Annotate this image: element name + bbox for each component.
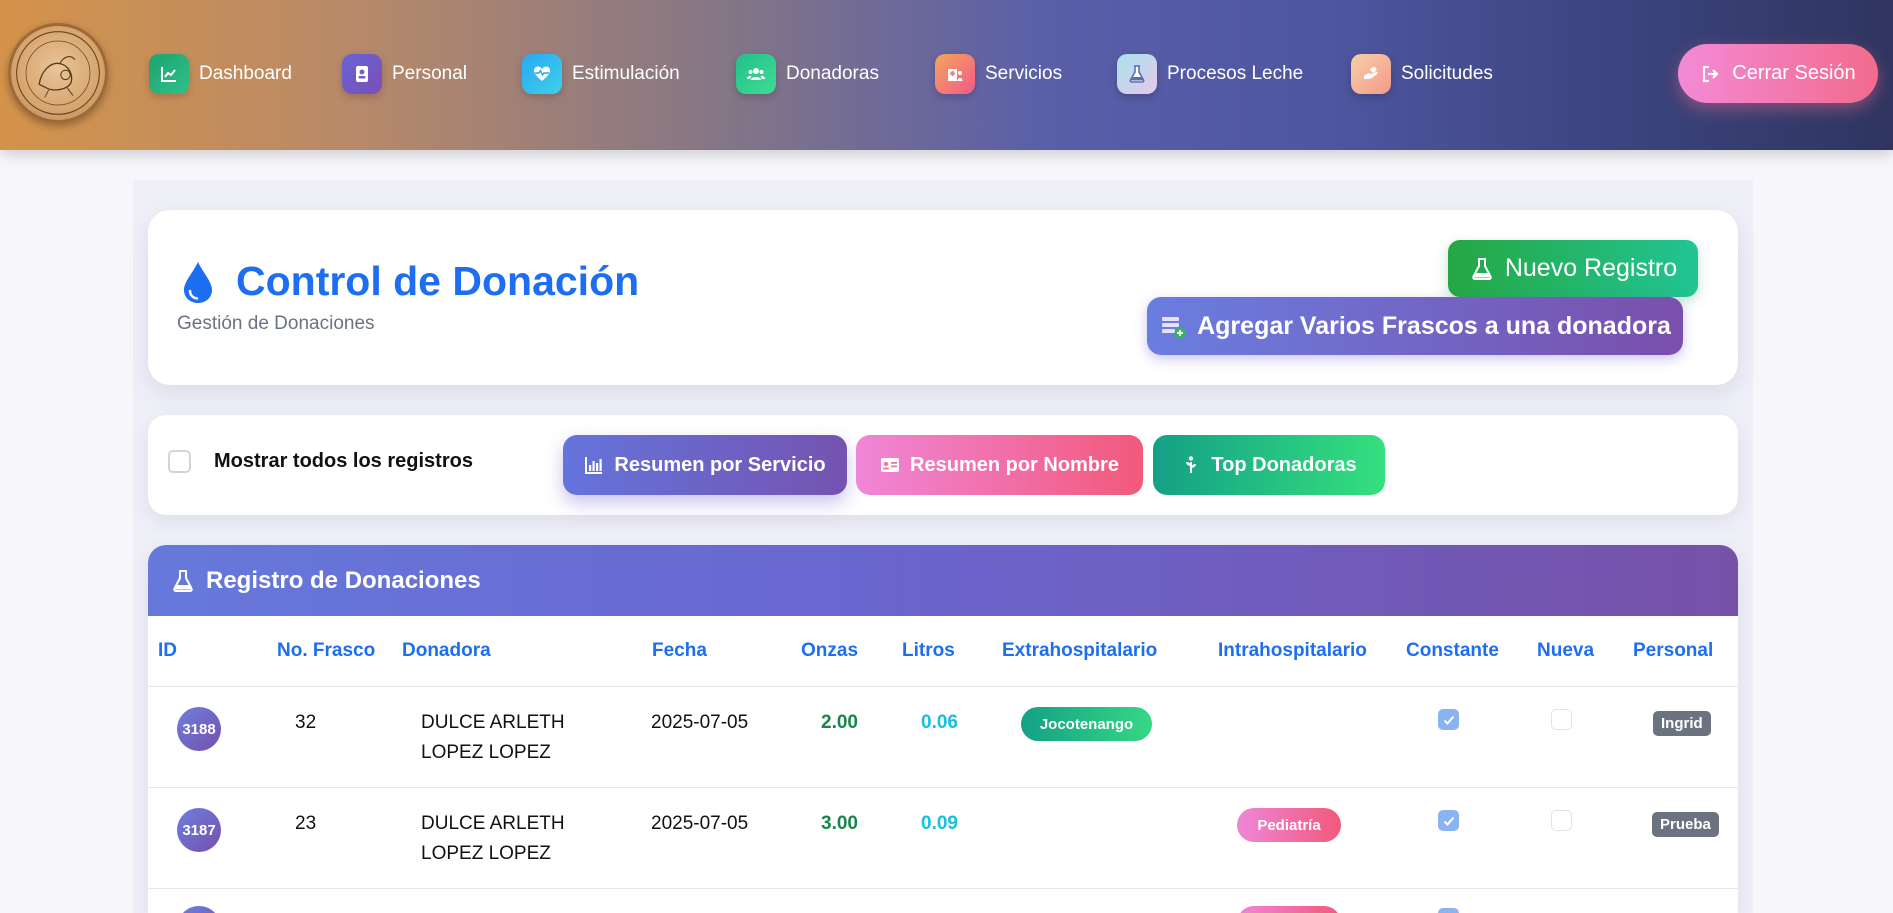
column-header-fecha[interactable]: Fecha xyxy=(652,640,707,662)
show-all-checkbox[interactable] xyxy=(168,450,191,473)
page-title-row: Control de Donación xyxy=(180,258,639,305)
id-badge: 3187 xyxy=(177,808,221,852)
nav-label: Dashboard xyxy=(199,63,292,84)
add-multiple-bottles-label: Agregar Varios Frascos a una donadora xyxy=(1197,311,1671,340)
flask-icon xyxy=(173,569,193,592)
nav-item-solicitudes[interactable]: Solicitudes xyxy=(1351,54,1493,94)
new-checkbox[interactable] xyxy=(1551,810,1572,831)
droplet-icon xyxy=(184,261,212,303)
extrahospital-badge: Jocotenango xyxy=(1021,707,1152,741)
column-header-litros[interactable]: Litros xyxy=(902,640,955,662)
logout-label: Cerrar Sesión xyxy=(1732,62,1856,84)
hand-holding-icon xyxy=(1351,54,1391,94)
liters-value: 0.09 xyxy=(921,813,958,834)
column-header-personal[interactable]: Personal xyxy=(1633,640,1713,662)
new-record-button[interactable]: Nuevo Registro xyxy=(1448,240,1698,297)
donor-name: DULCE ARLETH LOPEZ LOPEZ xyxy=(421,708,565,768)
bank-logo[interactable] xyxy=(8,23,108,123)
top-navbar: Dashboard Personal Estimulación Donadora… xyxy=(0,0,1893,150)
header-divider xyxy=(148,686,1738,687)
staff-tag: Prueba xyxy=(1652,812,1719,837)
table-title-bar: Registro de Donaciones xyxy=(148,545,1738,616)
column-header-nueva[interactable]: Nueva xyxy=(1537,640,1594,662)
nav-item-procesos-leche[interactable]: Procesos Leche xyxy=(1117,54,1303,94)
nav-label: Servicios xyxy=(985,63,1063,84)
logout-button[interactable]: Cerrar Sesión xyxy=(1678,44,1878,103)
sign-out-icon xyxy=(1703,65,1719,82)
column-header-frasco[interactable]: No. Frasco xyxy=(277,640,375,662)
show-all-toggle[interactable]: Mostrar todos los registros xyxy=(168,450,473,473)
nav-label: Solicitudes xyxy=(1401,63,1493,84)
donor-first-name: DULCE ARLETH xyxy=(421,813,565,834)
table-title: Registro de Donaciones xyxy=(206,566,481,594)
column-header-constante[interactable]: Constante xyxy=(1406,640,1499,662)
nav-label: Procesos Leche xyxy=(1167,63,1304,84)
nav-label: Donadoras xyxy=(786,63,879,84)
donor-last-name: LOPEZ LOPEZ xyxy=(421,742,551,763)
chart-line-icon xyxy=(149,54,189,94)
seedling-icon xyxy=(1186,456,1197,473)
new-checkbox[interactable] xyxy=(1551,709,1572,730)
column-header-intrahospitalario[interactable]: Intrahospitalario xyxy=(1218,640,1367,662)
id-card-icon xyxy=(881,458,900,472)
liters-value: 0.06 xyxy=(921,712,958,733)
top-donors-button[interactable]: Top Donadoras xyxy=(1153,435,1385,495)
bar-chart-icon xyxy=(585,457,603,474)
intrahospital-badge xyxy=(1237,906,1341,913)
page-subtitle: Gestión de Donaciones xyxy=(177,313,375,334)
new-record-label: Nuevo Registro xyxy=(1504,254,1678,282)
users-icon xyxy=(736,54,776,94)
nav-item-estimulacion[interactable]: Estimulación xyxy=(522,54,680,94)
constant-checkbox[interactable] xyxy=(1438,908,1459,913)
page-title: Control de Donación xyxy=(236,258,640,304)
summary-by-name-button[interactable]: Resumen por Nombre xyxy=(856,435,1143,495)
column-header-id[interactable]: ID xyxy=(158,640,177,662)
id-badge-icon xyxy=(342,54,382,94)
intrahospital-badge: Pediatría xyxy=(1237,808,1341,842)
nav-label: Personal xyxy=(392,63,467,84)
ounces-value: 2.00 xyxy=(821,712,858,733)
check-icon xyxy=(1443,715,1454,725)
column-header-donadora[interactable]: Donadora xyxy=(402,640,491,662)
donation-date: 2025-07-05 xyxy=(651,813,749,834)
bottle-number: 32 xyxy=(295,712,317,733)
ounces-value: 3.00 xyxy=(821,813,858,834)
hospital-icon xyxy=(935,54,975,94)
add-multiple-bottles-button[interactable]: Agregar Varios Frascos a una donadora xyxy=(1147,297,1683,355)
constant-checkbox[interactable] xyxy=(1438,709,1459,730)
summary-by-service-button[interactable]: Resumen por Servicio xyxy=(563,435,847,495)
flask-icon xyxy=(1117,54,1157,94)
column-header-onzas[interactable]: Onzas xyxy=(801,640,858,662)
summary-by-name-label: Resumen por Nombre xyxy=(910,453,1119,476)
id-badge: 3188 xyxy=(177,707,221,751)
row-divider xyxy=(148,787,1738,788)
row-divider xyxy=(148,888,1738,889)
nav-item-donadoras[interactable]: Donadoras xyxy=(736,54,879,94)
donor-first-name: DULCE ARLETH xyxy=(421,712,565,733)
nav-item-servicios[interactable]: Servicios xyxy=(935,54,1062,94)
donor-last-name: LOPEZ LOPEZ xyxy=(421,843,551,864)
staff-tag: Ingrid xyxy=(1653,711,1711,736)
nav-item-personal[interactable]: Personal xyxy=(342,54,467,94)
flask-icon xyxy=(1472,257,1492,280)
donation-date: 2025-07-05 xyxy=(651,712,749,733)
top-donors-label: Top Donadoras xyxy=(1211,453,1357,476)
check-icon xyxy=(1443,816,1454,826)
table-plus-icon xyxy=(1162,317,1186,339)
constant-checkbox[interactable] xyxy=(1438,810,1459,831)
summary-by-service-label: Resumen por Servicio xyxy=(614,453,826,476)
show-all-label: Mostrar todos los registros xyxy=(214,450,473,472)
nav-item-dashboard[interactable]: Dashboard xyxy=(149,54,292,94)
bottle-number: 23 xyxy=(295,813,317,834)
donor-name: DULCE ARLETH LOPEZ LOPEZ xyxy=(421,809,565,869)
column-header-extrahospitalario[interactable]: Extrahospitalario xyxy=(1002,640,1157,662)
nav-label: Estimulación xyxy=(572,63,680,84)
heart-pulse-icon xyxy=(522,54,562,94)
